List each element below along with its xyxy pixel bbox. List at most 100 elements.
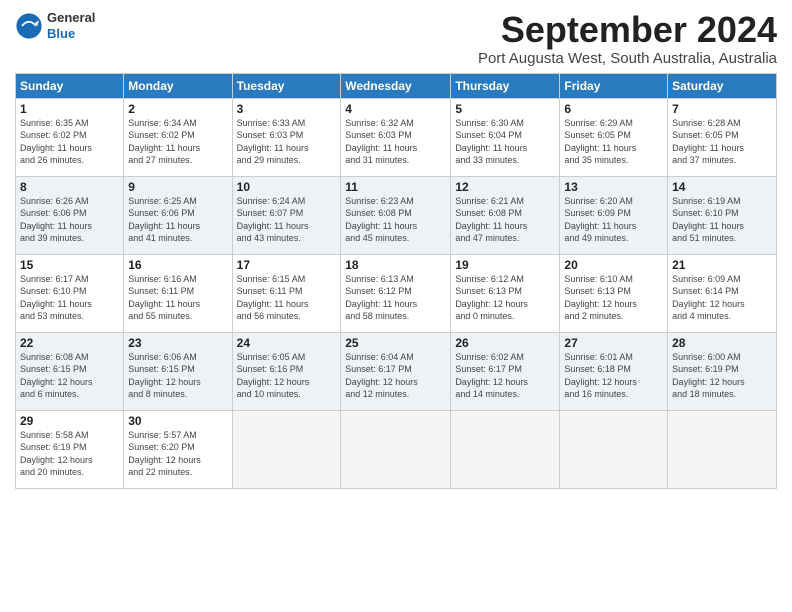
day-number: 11 bbox=[345, 180, 446, 194]
day-info: Sunrise: 6:12 AM Sunset: 6:13 PM Dayligh… bbox=[455, 273, 555, 323]
calendar: Sunday Monday Tuesday Wednesday Thursday… bbox=[15, 73, 777, 489]
day-number: 27 bbox=[564, 336, 663, 350]
day-info: Sunrise: 6:25 AM Sunset: 6:06 PM Dayligh… bbox=[128, 195, 227, 245]
month-title: September 2024 bbox=[95, 10, 777, 50]
table-row: 15Sunrise: 6:17 AM Sunset: 6:10 PM Dayli… bbox=[16, 254, 124, 332]
weekday-monday: Monday bbox=[124, 73, 232, 98]
weekday-saturday: Saturday bbox=[668, 73, 777, 98]
day-number: 2 bbox=[128, 102, 227, 116]
day-info: Sunrise: 6:10 AM Sunset: 6:13 PM Dayligh… bbox=[564, 273, 663, 323]
day-info: Sunrise: 6:13 AM Sunset: 6:12 PM Dayligh… bbox=[345, 273, 446, 323]
table-row: 28Sunrise: 6:00 AM Sunset: 6:19 PM Dayli… bbox=[668, 332, 777, 410]
table-row bbox=[341, 410, 451, 488]
day-info: Sunrise: 6:00 AM Sunset: 6:19 PM Dayligh… bbox=[672, 351, 772, 401]
table-row: 30Sunrise: 5:57 AM Sunset: 6:20 PM Dayli… bbox=[124, 410, 232, 488]
weekday-thursday: Thursday bbox=[451, 73, 560, 98]
day-info: Sunrise: 6:24 AM Sunset: 6:07 PM Dayligh… bbox=[237, 195, 337, 245]
day-info: Sunrise: 5:58 AM Sunset: 6:19 PM Dayligh… bbox=[20, 429, 119, 479]
table-row: 6Sunrise: 6:29 AM Sunset: 6:05 PM Daylig… bbox=[560, 98, 668, 176]
day-number: 14 bbox=[672, 180, 772, 194]
day-number: 20 bbox=[564, 258, 663, 272]
table-row: 10Sunrise: 6:24 AM Sunset: 6:07 PM Dayli… bbox=[232, 176, 341, 254]
day-info: Sunrise: 6:06 AM Sunset: 6:15 PM Dayligh… bbox=[128, 351, 227, 401]
day-info: Sunrise: 6:05 AM Sunset: 6:16 PM Dayligh… bbox=[237, 351, 337, 401]
table-row: 26Sunrise: 6:02 AM Sunset: 6:17 PM Dayli… bbox=[451, 332, 560, 410]
day-info: Sunrise: 6:02 AM Sunset: 6:17 PM Dayligh… bbox=[455, 351, 555, 401]
day-info: Sunrise: 6:19 AM Sunset: 6:10 PM Dayligh… bbox=[672, 195, 772, 245]
table-row: 22Sunrise: 6:08 AM Sunset: 6:15 PM Dayli… bbox=[16, 332, 124, 410]
table-row: 18Sunrise: 6:13 AM Sunset: 6:12 PM Dayli… bbox=[341, 254, 451, 332]
day-info: Sunrise: 6:16 AM Sunset: 6:11 PM Dayligh… bbox=[128, 273, 227, 323]
table-row: 13Sunrise: 6:20 AM Sunset: 6:09 PM Dayli… bbox=[560, 176, 668, 254]
day-number: 3 bbox=[237, 102, 337, 116]
day-number: 6 bbox=[564, 102, 663, 116]
table-row: 27Sunrise: 6:01 AM Sunset: 6:18 PM Dayli… bbox=[560, 332, 668, 410]
location-title: Port Augusta West, South Australia, Aust… bbox=[95, 50, 777, 67]
day-info: Sunrise: 6:15 AM Sunset: 6:11 PM Dayligh… bbox=[237, 273, 337, 323]
table-row: 2Sunrise: 6:34 AM Sunset: 6:02 PM Daylig… bbox=[124, 98, 232, 176]
day-info: Sunrise: 6:33 AM Sunset: 6:03 PM Dayligh… bbox=[237, 117, 337, 167]
day-number: 29 bbox=[20, 414, 119, 428]
day-info: Sunrise: 6:23 AM Sunset: 6:08 PM Dayligh… bbox=[345, 195, 446, 245]
table-row bbox=[232, 410, 341, 488]
table-row: 23Sunrise: 6:06 AM Sunset: 6:15 PM Dayli… bbox=[124, 332, 232, 410]
day-number: 12 bbox=[455, 180, 555, 194]
day-info: Sunrise: 6:04 AM Sunset: 6:17 PM Dayligh… bbox=[345, 351, 446, 401]
table-row: 3Sunrise: 6:33 AM Sunset: 6:03 PM Daylig… bbox=[232, 98, 341, 176]
day-number: 23 bbox=[128, 336, 227, 350]
table-row: 8Sunrise: 6:26 AM Sunset: 6:06 PM Daylig… bbox=[16, 176, 124, 254]
day-info: Sunrise: 6:30 AM Sunset: 6:04 PM Dayligh… bbox=[455, 117, 555, 167]
day-number: 13 bbox=[564, 180, 663, 194]
table-row: 20Sunrise: 6:10 AM Sunset: 6:13 PM Dayli… bbox=[560, 254, 668, 332]
day-info: Sunrise: 6:09 AM Sunset: 6:14 PM Dayligh… bbox=[672, 273, 772, 323]
day-info: Sunrise: 6:35 AM Sunset: 6:02 PM Dayligh… bbox=[20, 117, 119, 167]
day-info: Sunrise: 6:01 AM Sunset: 6:18 PM Dayligh… bbox=[564, 351, 663, 401]
table-row: 19Sunrise: 6:12 AM Sunset: 6:13 PM Dayli… bbox=[451, 254, 560, 332]
table-row: 17Sunrise: 6:15 AM Sunset: 6:11 PM Dayli… bbox=[232, 254, 341, 332]
logo: General Blue bbox=[15, 10, 95, 41]
table-row bbox=[668, 410, 777, 488]
table-row bbox=[451, 410, 560, 488]
day-info: Sunrise: 6:29 AM Sunset: 6:05 PM Dayligh… bbox=[564, 117, 663, 167]
table-row: 21Sunrise: 6:09 AM Sunset: 6:14 PM Dayli… bbox=[668, 254, 777, 332]
day-number: 1 bbox=[20, 102, 119, 116]
day-number: 22 bbox=[20, 336, 119, 350]
table-row: 1Sunrise: 6:35 AM Sunset: 6:02 PM Daylig… bbox=[16, 98, 124, 176]
day-number: 26 bbox=[455, 336, 555, 350]
day-number: 28 bbox=[672, 336, 772, 350]
day-info: Sunrise: 6:26 AM Sunset: 6:06 PM Dayligh… bbox=[20, 195, 119, 245]
day-number: 16 bbox=[128, 258, 227, 272]
day-info: Sunrise: 6:34 AM Sunset: 6:02 PM Dayligh… bbox=[128, 117, 227, 167]
day-number: 15 bbox=[20, 258, 119, 272]
table-row: 9Sunrise: 6:25 AM Sunset: 6:06 PM Daylig… bbox=[124, 176, 232, 254]
table-row bbox=[560, 410, 668, 488]
day-number: 21 bbox=[672, 258, 772, 272]
weekday-sunday: Sunday bbox=[16, 73, 124, 98]
day-info: Sunrise: 6:32 AM Sunset: 6:03 PM Dayligh… bbox=[345, 117, 446, 167]
weekday-friday: Friday bbox=[560, 73, 668, 98]
weekday-tuesday: Tuesday bbox=[232, 73, 341, 98]
day-info: Sunrise: 5:57 AM Sunset: 6:20 PM Dayligh… bbox=[128, 429, 227, 479]
day-info: Sunrise: 6:17 AM Sunset: 6:10 PM Dayligh… bbox=[20, 273, 119, 323]
day-info: Sunrise: 6:28 AM Sunset: 6:05 PM Dayligh… bbox=[672, 117, 772, 167]
day-number: 9 bbox=[128, 180, 227, 194]
table-row: 7Sunrise: 6:28 AM Sunset: 6:05 PM Daylig… bbox=[668, 98, 777, 176]
table-row: 25Sunrise: 6:04 AM Sunset: 6:17 PM Dayli… bbox=[341, 332, 451, 410]
day-number: 4 bbox=[345, 102, 446, 116]
day-number: 7 bbox=[672, 102, 772, 116]
table-row: 16Sunrise: 6:16 AM Sunset: 6:11 PM Dayli… bbox=[124, 254, 232, 332]
day-number: 25 bbox=[345, 336, 446, 350]
weekday-wednesday: Wednesday bbox=[341, 73, 451, 98]
day-number: 17 bbox=[237, 258, 337, 272]
logo-blue: Blue bbox=[47, 26, 95, 42]
table-row: 12Sunrise: 6:21 AM Sunset: 6:08 PM Dayli… bbox=[451, 176, 560, 254]
day-number: 5 bbox=[455, 102, 555, 116]
day-info: Sunrise: 6:20 AM Sunset: 6:09 PM Dayligh… bbox=[564, 195, 663, 245]
table-row: 11Sunrise: 6:23 AM Sunset: 6:08 PM Dayli… bbox=[341, 176, 451, 254]
table-row: 14Sunrise: 6:19 AM Sunset: 6:10 PM Dayli… bbox=[668, 176, 777, 254]
table-row: 5Sunrise: 6:30 AM Sunset: 6:04 PM Daylig… bbox=[451, 98, 560, 176]
day-number: 19 bbox=[455, 258, 555, 272]
day-number: 18 bbox=[345, 258, 446, 272]
day-number: 10 bbox=[237, 180, 337, 194]
day-info: Sunrise: 6:08 AM Sunset: 6:15 PM Dayligh… bbox=[20, 351, 119, 401]
